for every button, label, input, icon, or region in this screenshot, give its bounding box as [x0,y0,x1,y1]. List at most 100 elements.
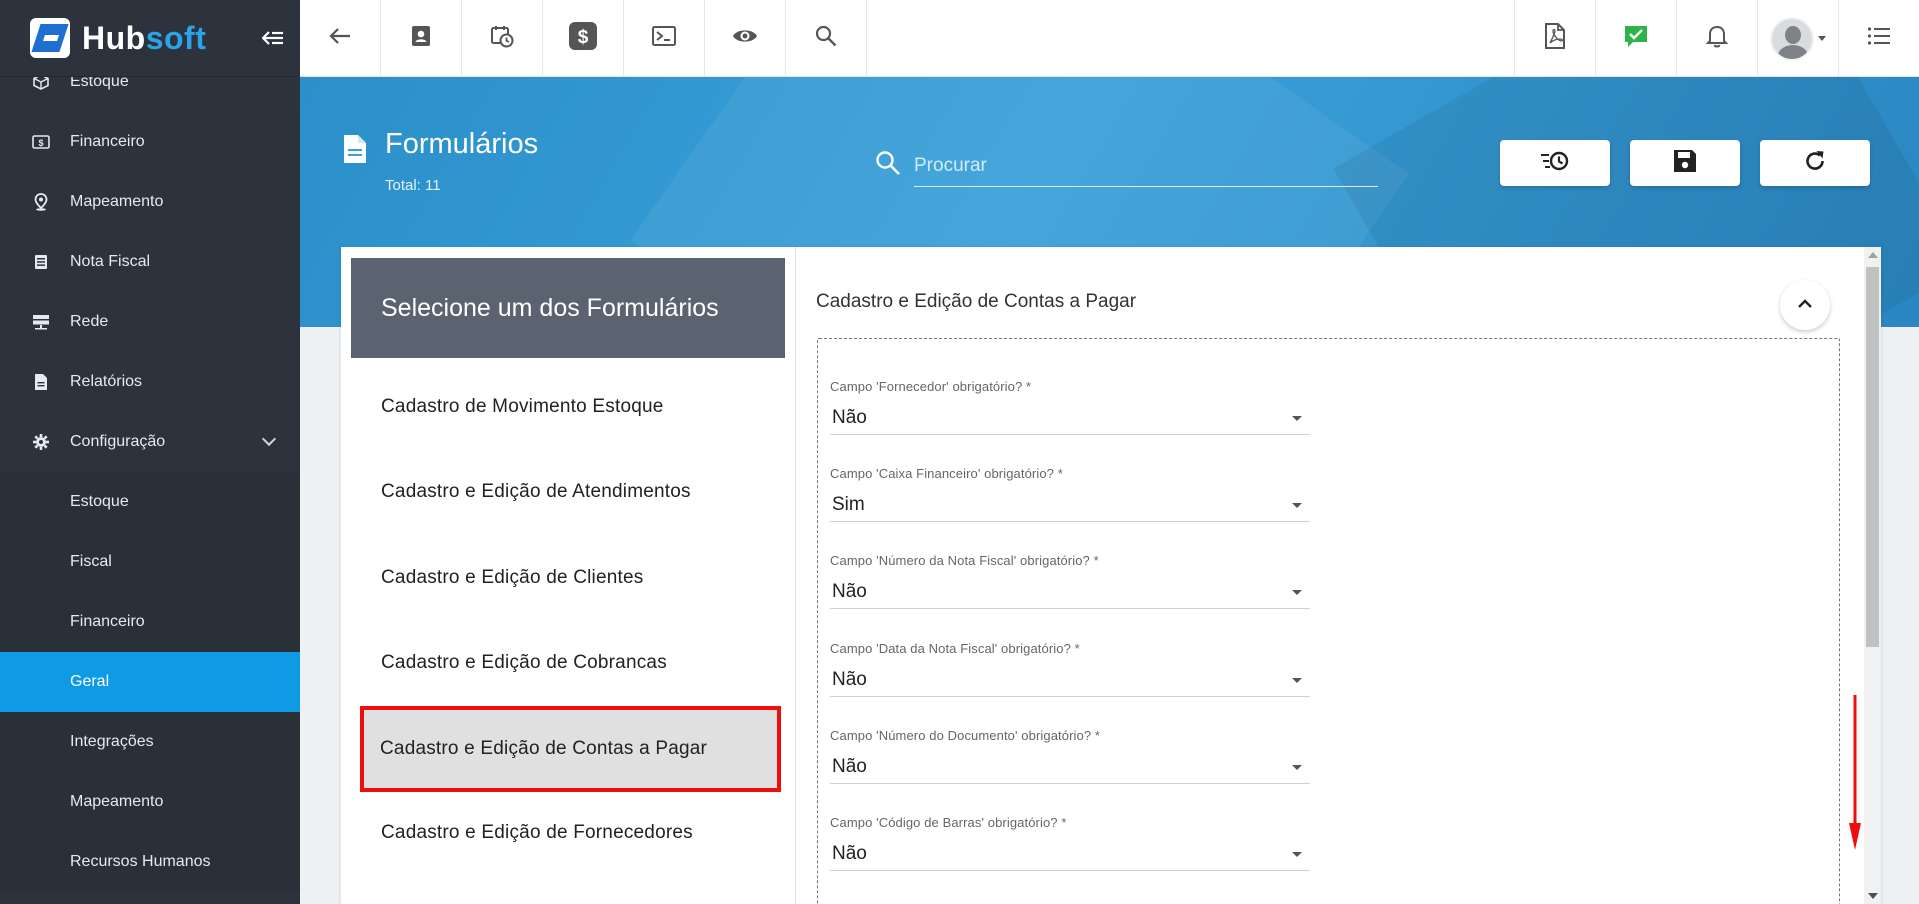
select-numero-nota-fiscal[interactable]: Não [830,576,1310,609]
page-title: Formulários [385,128,539,160]
sidebar-item-nota-fiscal[interactable]: Nota Fiscal [0,232,300,292]
topbar: $ [300,0,1919,77]
hubsoft-logo [30,18,70,58]
menu-button[interactable] [1838,0,1919,77]
submenu-item-integracoes[interactable]: Integrações [0,712,300,772]
select-numero-documento[interactable]: Não [830,751,1310,784]
terminal-button[interactable] [624,0,705,77]
select-fornecedor[interactable]: Não [830,402,1310,435]
brand[interactable]: Hubsoft [0,0,300,77]
sidebar-item-mapeamento[interactable]: Mapeamento [0,172,300,232]
dropdown-caret-icon [1292,851,1302,857]
field-data-nota-fiscal: Campo 'Data da Nota Fiscal' obrigatório?… [830,641,1310,697]
pdf-icon [1544,23,1566,54]
finance-button[interactable]: $ [543,0,624,77]
topbar-right [1514,0,1919,77]
clients-button[interactable] [381,0,462,77]
schedule-button[interactable] [462,0,543,77]
scroll-down-arrow-icon[interactable] [1868,893,1878,899]
brand-name: Hubsoft [82,19,207,56]
scrollbar[interactable] [1864,247,1881,904]
list-menu-icon [1867,26,1891,51]
submenu-item-fiscal[interactable]: Fiscal [0,532,300,592]
contact-card-icon [410,25,432,52]
field-label: Campo 'Caixa Financeiro' obrigatório? * [830,466,1063,481]
sidebar-item-label: Rede [70,313,109,330]
form-list-item-selected[interactable]: Cadastro e Edição de Contas a Pagar [360,706,781,792]
sidebar-item-configuracao[interactable]: Configuração [0,412,300,472]
history-icon [1540,149,1570,178]
messages-button[interactable] [1595,0,1676,77]
dollar-icon: $ [568,21,598,56]
dropdown-caret-icon [1292,415,1302,421]
scroll-up-arrow-icon[interactable] [1868,252,1878,258]
form-list-item[interactable]: Cadastro de Movimento Estoque [361,364,776,449]
form-list-item[interactable]: Cadastro e Edição de Fornecedores [361,790,776,875]
chevron-down-icon [1818,36,1826,41]
select-caixa-financeiro[interactable]: Sim [830,489,1310,522]
submenu-item-label: Recursos Humanos [70,853,211,870]
view-button[interactable] [705,0,786,77]
document-icon [32,253,50,271]
select-value: Não [832,669,867,690]
submenu-item-financeiro[interactable]: Financeiro [0,592,300,652]
search-bar [875,145,1378,187]
avatar [1770,16,1814,61]
submenu-item-label: Fiscal [70,553,112,570]
collapse-button[interactable] [1780,280,1830,330]
select-codigo-barras[interactable]: Não [830,838,1310,871]
submenu-item-label: Estoque [70,493,129,510]
sidebar-menu: Estoque $ Financeiro Mapeamento Nota Fis… [0,52,300,892]
form-list-item[interactable]: Cadastro e Edição de Cobrancas [361,620,776,705]
submenu-item-mapeamento[interactable]: Mapeamento [0,772,300,832]
select-value: Não [832,581,867,602]
search-button[interactable] [786,0,867,77]
sidebar-item-label: Nota Fiscal [70,253,151,270]
select-data-nota-fiscal[interactable]: Não [830,664,1310,697]
submenu-item-geral[interactable]: Geral [0,652,300,712]
refresh-button[interactable] [1760,140,1870,186]
form-detail-title: Cadastro e Edição de Contas a Pagar [816,291,1137,312]
history-button[interactable] [1500,140,1610,186]
gear-icon [32,433,50,451]
chat-check-icon [1623,24,1649,53]
search-input[interactable] [914,145,1378,187]
form-list-item[interactable]: Cadastro e Edição de Clientes [361,535,776,620]
search-icon [815,25,837,52]
chevron-up-icon [1797,296,1813,314]
chevron-down-icon [261,431,277,447]
sidebar-item-rede[interactable]: Rede [0,292,300,352]
map-pin-icon [32,193,50,211]
svg-text:$: $ [38,138,43,148]
field-label: Campo 'Número do Documento' obrigatório?… [830,728,1101,743]
form-detail: Cadastro e Edição de Contas a Pagar Camp… [797,247,1881,904]
sidebar-item-relatorios[interactable]: Relatórios [0,352,300,412]
search-icon [875,150,901,181]
select-value: Sim [832,494,865,515]
eye-icon [732,27,758,50]
field-label: Campo 'Data da Nota Fiscal' obrigatório?… [830,641,1080,656]
save-button[interactable] [1630,140,1740,186]
submenu-item-label: Integrações [70,733,154,750]
dropdown-caret-icon [1292,502,1302,508]
scrollbar-thumb[interactable] [1866,267,1879,647]
document-icon [342,134,368,169]
submenu-item-label: Geral [70,673,110,690]
submenu-item-estoque[interactable]: Estoque [0,472,300,532]
dropdown-caret-icon [1292,764,1302,770]
back-button[interactable] [300,0,381,77]
forms-card: Selecione um dos Formulários Cadastro de… [341,247,1881,904]
field-codigo-barras: Campo 'Código de Barras' obrigatório? * … [830,815,1310,871]
submenu-item-recursos-humanos[interactable]: Recursos Humanos [0,832,300,892]
save-icon [1673,149,1697,178]
field-label: Campo 'Código de Barras' obrigatório? * [830,815,1067,830]
notifications-button[interactable] [1676,0,1757,77]
svg-text:$: $ [578,27,589,48]
select-value: Não [832,756,867,777]
pdf-button[interactable] [1514,0,1595,77]
collapse-sidebar-icon[interactable] [261,26,284,52]
sidebar-item-financeiro[interactable]: $ Financeiro [0,112,300,172]
forms-list: Selecione um dos Formulários Cadastro de… [341,247,796,904]
form-list-item[interactable]: Cadastro e Edição de Atendimentos [361,449,776,534]
user-menu[interactable] [1757,0,1838,77]
